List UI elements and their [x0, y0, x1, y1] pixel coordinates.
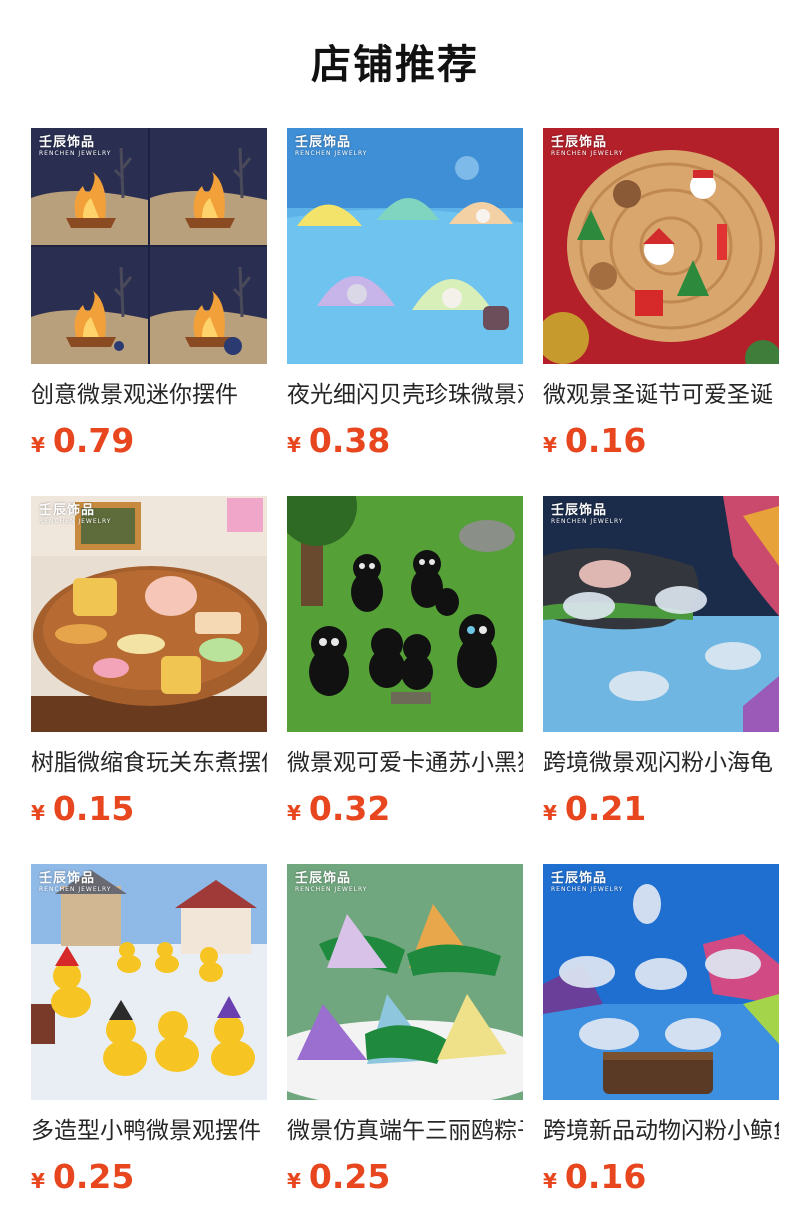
- price-value: 0.16: [564, 1157, 647, 1196]
- price-value: 0.21: [564, 789, 647, 828]
- product-price: ¥0.21: [543, 790, 779, 828]
- product-image-mini-food[interactable]: 壬辰饰品 RENCHEN JEWELRY: [31, 496, 267, 732]
- product-image-zongzi[interactable]: 壬辰饰品 RENCHEN JEWELRY: [287, 864, 523, 1100]
- currency-symbol: ¥: [543, 801, 557, 825]
- product-card[interactable]: 壬辰饰品 RENCHEN JEWELRY 树脂微缩食玩关东煮摆件 ¥0.15: [31, 496, 267, 864]
- currency-symbol: ¥: [31, 1169, 45, 1193]
- price-value: 0.15: [52, 789, 135, 828]
- watermark-sub: RENCHEN JEWELRY: [39, 150, 112, 157]
- product-card[interactable]: 壬辰饰品 RENCHEN JEWELRY 跨境新品动物闪粉小鲸鱼 ¥0.16: [543, 864, 779, 1232]
- price-value: 0.38: [308, 421, 391, 460]
- product-image-campfire[interactable]: 壬辰饰品 RENCHEN JEWELRY: [31, 128, 267, 364]
- watermark-logo: 壬辰饰品 RENCHEN JEWELRY: [295, 872, 367, 894]
- watermark-brand: 壬辰饰品: [39, 871, 96, 886]
- product-price: ¥0.16: [543, 1158, 779, 1196]
- currency-symbol: ¥: [31, 801, 45, 825]
- product-price: ¥0.15: [31, 790, 267, 828]
- currency-symbol: ¥: [287, 433, 301, 457]
- product-name[interactable]: 多造型小鸭微景观摆件: [31, 1116, 267, 1146]
- watermark-brand: 壬辰饰品: [551, 871, 608, 886]
- watermark-logo: 壬辰饰品 RENCHEN JEWELRY: [295, 136, 367, 158]
- product-card[interactable]: 微景观可爱卡通苏小黑猫 ¥0.32: [287, 496, 523, 864]
- product-name[interactable]: 夜光细闪贝壳珍珠微景观: [287, 380, 523, 410]
- watermark-brand: 壬辰饰品: [39, 503, 96, 518]
- watermark-sub: RENCHEN JEWELRY: [39, 518, 112, 525]
- watermark-sub: RENCHEN JEWELRY: [551, 150, 624, 157]
- price-value: 0.25: [308, 1157, 391, 1196]
- watermark-sub: RENCHEN JEWELRY: [295, 886, 368, 893]
- product-name[interactable]: 微景观可爱卡通苏小黑猫: [287, 748, 523, 778]
- product-name[interactable]: 微观景圣诞节可爱圣诞: [543, 380, 779, 410]
- price-value: 0.79: [52, 421, 135, 460]
- watermark-logo: 壬辰饰品 RENCHEN JEWELRY: [551, 136, 623, 158]
- watermark-sub: RENCHEN JEWELRY: [39, 886, 112, 893]
- product-price: ¥0.32: [287, 790, 523, 828]
- watermark-brand: 壬辰饰品: [39, 135, 96, 150]
- watermark-brand: 壬辰饰品: [295, 871, 352, 886]
- currency-symbol: ¥: [31, 433, 45, 457]
- product-price: ¥0.38: [287, 422, 523, 460]
- product-image-black-cats[interactable]: [287, 496, 523, 732]
- watermark-sub: RENCHEN JEWELRY: [551, 518, 624, 525]
- product-price: ¥0.25: [287, 1158, 523, 1196]
- price-value: 0.16: [564, 421, 647, 460]
- product-card[interactable]: 壬辰饰品 RENCHEN JEWELRY 微观景圣诞节可爱圣诞 ¥0.16: [543, 128, 779, 496]
- currency-symbol: ¥: [543, 1169, 557, 1193]
- product-image-sea-turtles[interactable]: 壬辰饰品 RENCHEN JEWELRY: [543, 496, 779, 732]
- currency-symbol: ¥: [287, 801, 301, 825]
- product-name[interactable]: 跨境新品动物闪粉小鲸鱼: [543, 1116, 779, 1146]
- watermark-sub: RENCHEN JEWELRY: [551, 886, 624, 893]
- product-name[interactable]: 跨境微景观闪粉小海龟: [543, 748, 779, 778]
- watermark-brand: 壬辰饰品: [551, 135, 608, 150]
- product-card[interactable]: 壬辰饰品 RENCHEN JEWELRY 微景仿真端午三丽鸥粽子 ¥0.25: [287, 864, 523, 1232]
- watermark-logo: 壬辰饰品 RENCHEN JEWELRY: [551, 504, 623, 526]
- product-image-whales[interactable]: 壬辰饰品 RENCHEN JEWELRY: [543, 864, 779, 1100]
- product-price: ¥0.16: [543, 422, 779, 460]
- product-name[interactable]: 微景仿真端午三丽鸥粽子: [287, 1116, 523, 1146]
- product-card[interactable]: 壬辰饰品 RENCHEN JEWELRY 创意微景观迷你摆件 ¥0.79: [31, 128, 267, 496]
- product-name[interactable]: 创意微景观迷你摆件: [31, 380, 267, 410]
- price-value: 0.25: [52, 1157, 135, 1196]
- price-value: 0.32: [308, 789, 391, 828]
- product-grid: 壬辰饰品 RENCHEN JEWELRY 创意微景观迷你摆件 ¥0.79 壬辰饰…: [31, 128, 779, 1232]
- section-title: 店铺推荐: [311, 42, 479, 88]
- watermark-logo: 壬辰饰品 RENCHEN JEWELRY: [551, 872, 623, 894]
- product-image-christmas[interactable]: 壬辰饰品 RENCHEN JEWELRY: [543, 128, 779, 364]
- watermark-brand: 壬辰饰品: [295, 135, 352, 150]
- product-image-shells[interactable]: 壬辰饰品 RENCHEN JEWELRY: [287, 128, 523, 364]
- watermark-sub: RENCHEN JEWELRY: [295, 150, 368, 157]
- store-recommendations-page: 店铺推荐 壬辰饰品 RENCHEN JEWELRY 创意微景观迷你摆件 ¥ 0.…: [0, 0, 790, 1232]
- product-image-ducks[interactable]: 壬辰饰品 RENCHEN JEWELRY: [31, 864, 267, 1100]
- currency-symbol: ¥: [287, 1169, 301, 1193]
- product-price: ¥0.25: [31, 1158, 267, 1196]
- product-name[interactable]: 树脂微缩食玩关东煮摆件: [31, 748, 267, 778]
- product-card[interactable]: 壬辰饰品 RENCHEN JEWELRY 多造型小鸭微景观摆件 ¥0.25: [31, 864, 267, 1232]
- product-price: ¥0.79: [31, 422, 267, 460]
- watermark-logo: 壬辰饰品 RENCHEN JEWELRY: [39, 136, 111, 158]
- watermark-brand: 壬辰饰品: [551, 503, 608, 518]
- product-card[interactable]: 壬辰饰品 RENCHEN JEWELRY 跨境微景观闪粉小海龟 ¥0.21: [543, 496, 779, 864]
- product-card[interactable]: 壬辰饰品 RENCHEN JEWELRY 夜光细闪贝壳珍珠微景观 ¥0.38: [287, 128, 523, 496]
- watermark-logo: 壬辰饰品 RENCHEN JEWELRY: [39, 504, 111, 526]
- currency-symbol: ¥: [543, 433, 557, 457]
- watermark-logo: 壬辰饰品 RENCHEN JEWELRY: [39, 872, 111, 894]
